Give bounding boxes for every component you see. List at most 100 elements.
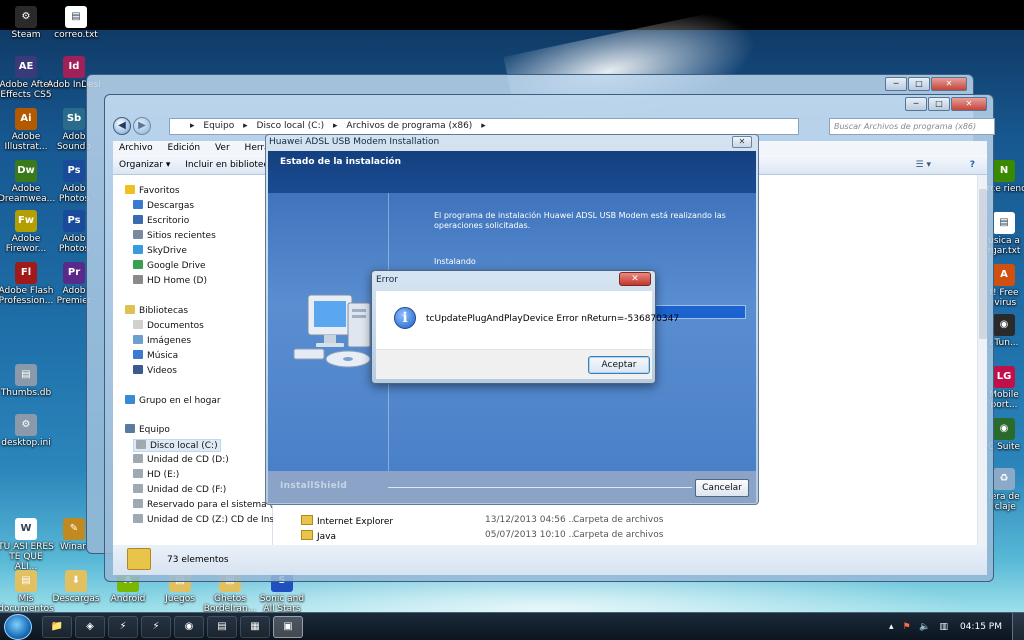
nav-item[interactable]: Bibliotecas [125, 305, 188, 316]
taskbar-button[interactable]: ⚡ [108, 616, 138, 638]
forward-arrow-icon[interactable]: ▶ [133, 117, 151, 135]
taskbar-button[interactable]: ▤ [207, 616, 237, 638]
search-input[interactable]: Buscar Archivos de programa (x86) [829, 118, 995, 135]
nav-item[interactable]: HD (E:) [133, 469, 179, 480]
menu-ver[interactable]: Ver [215, 143, 230, 153]
error-message: tcUpdatePlugAndPlayDevice Error nReturn=… [426, 314, 680, 324]
desktop-icon[interactable]: ⚙ desktop.ini [0, 414, 54, 448]
app-icon: ▤ [15, 570, 37, 592]
nav-item-label: Música [147, 351, 179, 361]
vertical-scrollbar[interactable] [977, 175, 987, 555]
volume-icon[interactable]: 🔈 [919, 622, 930, 632]
app-icon: ▤ [65, 6, 87, 28]
error-title: Error [376, 275, 398, 285]
desktop-icon-label: Juegos [165, 594, 195, 604]
installer-message: El programa de instalación Huawei ADSL U… [434, 211, 726, 230]
address-input[interactable]: ▸ Equipo ▸ Disco local (C:) ▸ Archivos d… [169, 118, 799, 135]
nav-item-icon [133, 275, 143, 284]
nav-item[interactable]: Música [133, 350, 178, 361]
nav-item[interactable]: Sitios recientes [133, 230, 216, 241]
taskbar-button[interactable]: ◉ [174, 616, 204, 638]
nav-item[interactable]: Google Drive [133, 260, 206, 271]
nav-item-label: Favoritos [139, 186, 180, 196]
breadcrumb-archivos[interactable]: Archivos de programa (x86) [346, 121, 472, 131]
installer-heading: Estado de la instalación [280, 157, 402, 167]
app-icon: AE [15, 56, 37, 78]
maximize-button[interactable]: □ [928, 97, 950, 111]
nav-item[interactable]: SkyDrive [133, 245, 187, 256]
desktop-icon[interactable]: ⚙ Steam [0, 6, 54, 40]
taskbar-button[interactable]: ⚡ [141, 616, 171, 638]
taskbar-button[interactable]: ▣ [273, 616, 303, 638]
tray-arrow-icon[interactable]: ▴ [889, 622, 894, 632]
desktop-icon[interactable]: ⬇ Descargas [48, 570, 104, 604]
scroll-thumb[interactable] [979, 189, 987, 339]
desktop-icon-label: Android [110, 594, 146, 604]
nav-item-icon [136, 440, 146, 449]
navigation-pane: Favoritos Descargas Escritorio Sitios recie… [113, 175, 310, 555]
nav-item[interactable]: Grupo en el hogar [125, 395, 221, 406]
taskbar-button[interactable]: ▦ [240, 616, 270, 638]
nav-item-label: Documentos [147, 321, 204, 331]
nav-item-icon [133, 245, 143, 254]
accept-button[interactable]: Aceptar [588, 356, 650, 374]
nav-item[interactable]: Escritorio [133, 215, 189, 226]
app-icon: A [993, 264, 1015, 286]
nav-item-icon [125, 395, 135, 404]
nav-item[interactable]: Equipo [125, 424, 170, 435]
desktop-icon[interactable]: ▤ correo.txt [48, 6, 104, 40]
show-desktop-button[interactable] [1012, 613, 1024, 640]
desktop-icon[interactable]: ▤ Thumbs.db [0, 364, 54, 398]
menu-edicion[interactable]: Edición [168, 143, 201, 153]
close-button[interactable]: ✕ [951, 97, 987, 111]
breadcrumb-separator: ▸ [333, 121, 338, 131]
nav-item[interactable]: Reservado para el sistema (Y:) [133, 499, 284, 510]
desktop-icon-label: Thumbs.db [0, 388, 52, 398]
desktop-icon[interactable]: ▤ Mis documentos [0, 570, 54, 614]
nav-item-label: SkyDrive [147, 246, 187, 256]
app-icon: N [993, 160, 1015, 182]
error-close-button[interactable]: ✕ [619, 272, 651, 286]
taskbar-button[interactable]: 📁 [42, 616, 72, 638]
nav-item[interactable]: Unidad de CD (F:) [133, 484, 226, 495]
view-icon[interactable]: ☰ ▾ [916, 155, 931, 175]
app-icon: ▤ [15, 364, 37, 386]
breadcrumb-separator: ▸ [243, 121, 248, 131]
taskbar-button[interactable]: ◈ [75, 616, 105, 638]
nav-item[interactable]: Imágenes [133, 335, 191, 346]
background-window-controls: ─ □ ✕ [885, 77, 967, 91]
network-icon[interactable]: ▥ [939, 622, 948, 632]
clock[interactable]: 04:15 PM [960, 613, 1002, 640]
organize-button[interactable]: Organizar ▾ [119, 160, 170, 170]
nav-item-icon [133, 260, 143, 269]
nav-item[interactable]: Documentos [133, 320, 204, 331]
computer-icon [293, 294, 371, 368]
installshield-logo: InstallShield [280, 481, 348, 491]
close-button[interactable]: ✕ [931, 77, 967, 91]
include-library-button[interactable]: Incluir en biblioteca [185, 160, 274, 170]
desktop-icon-label: Mis documentos [0, 594, 54, 614]
back-arrow-icon[interactable]: ◀ [113, 117, 131, 135]
item-count: 73 elementos [167, 555, 229, 565]
tray-flag-icon[interactable]: ⚑ [902, 622, 910, 632]
nav-item[interactable]: HD Home (D) [133, 275, 207, 286]
installer-close-button[interactable]: ✕ [732, 136, 752, 148]
nav-item[interactable]: Descargas [133, 200, 194, 211]
maximize-button[interactable]: □ [908, 77, 930, 91]
nav-item[interactable]: Videos [133, 365, 177, 376]
nav-item[interactable]: Favoritos [125, 185, 180, 196]
nav-item-icon [133, 200, 143, 209]
minimize-button[interactable]: ─ [905, 97, 927, 111]
nav-item[interactable]: Unidad de CD (D:) [133, 454, 229, 465]
nav-item[interactable]: Disco local (C:) [133, 439, 221, 452]
cancel-button[interactable]: Cancelar [695, 479, 749, 497]
menu-archivo[interactable]: Archivo [119, 143, 153, 153]
start-button[interactable] [4, 614, 32, 640]
breadcrumb-equipo[interactable]: Equipo [203, 121, 234, 131]
nav-item-icon [133, 365, 143, 374]
file-name: Internet Explorer [301, 515, 461, 527]
minimize-button[interactable]: ─ [885, 77, 907, 91]
nav-item-label: Sitios recientes [147, 231, 216, 241]
breadcrumb-disco[interactable]: Disco local (C:) [257, 121, 325, 131]
help-icon[interactable]: ? [970, 155, 975, 175]
